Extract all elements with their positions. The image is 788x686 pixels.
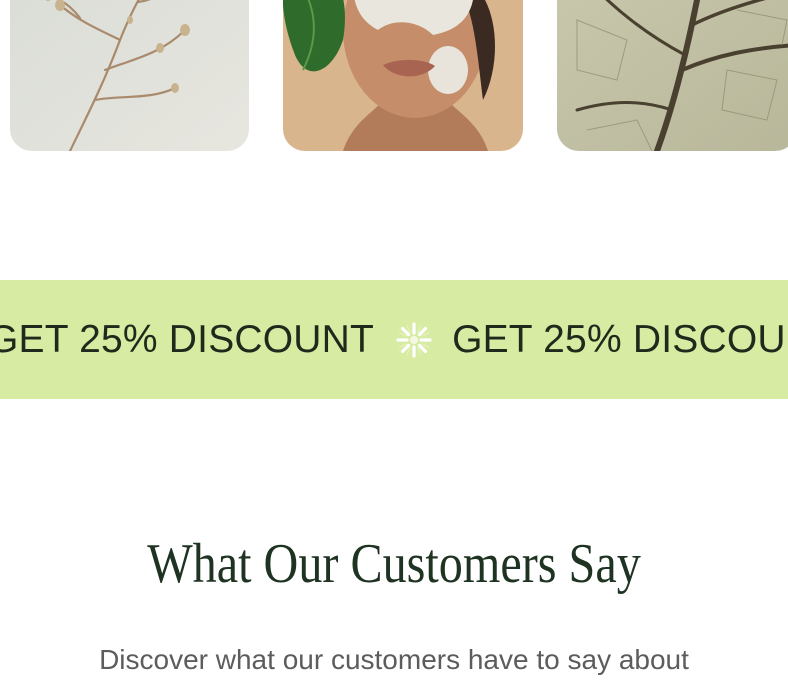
testimonials-title: What Our Customers Say	[147, 533, 641, 595]
marquee-item: GET 25% DISCOUNT	[0, 317, 375, 361]
face-mask-image	[283, 0, 523, 151]
dried-branch-image	[10, 0, 249, 151]
sparkle-icon	[394, 320, 434, 360]
page: GET 25% DISCOUNT GET 25% DISCOU What Our…	[0, 0, 788, 686]
marquee-track: GET 25% DISCOUNT GET 25% DISCOU	[0, 280, 788, 399]
leaf-vein-image	[557, 0, 788, 151]
marquee-item: GET 25% DISCOUNT	[452, 317, 788, 361]
discount-marquee: GET 25% DISCOUNT GET 25% DISCOU	[0, 280, 788, 399]
testimonials-subtitle: Discover what our customers have to say …	[99, 644, 689, 675]
